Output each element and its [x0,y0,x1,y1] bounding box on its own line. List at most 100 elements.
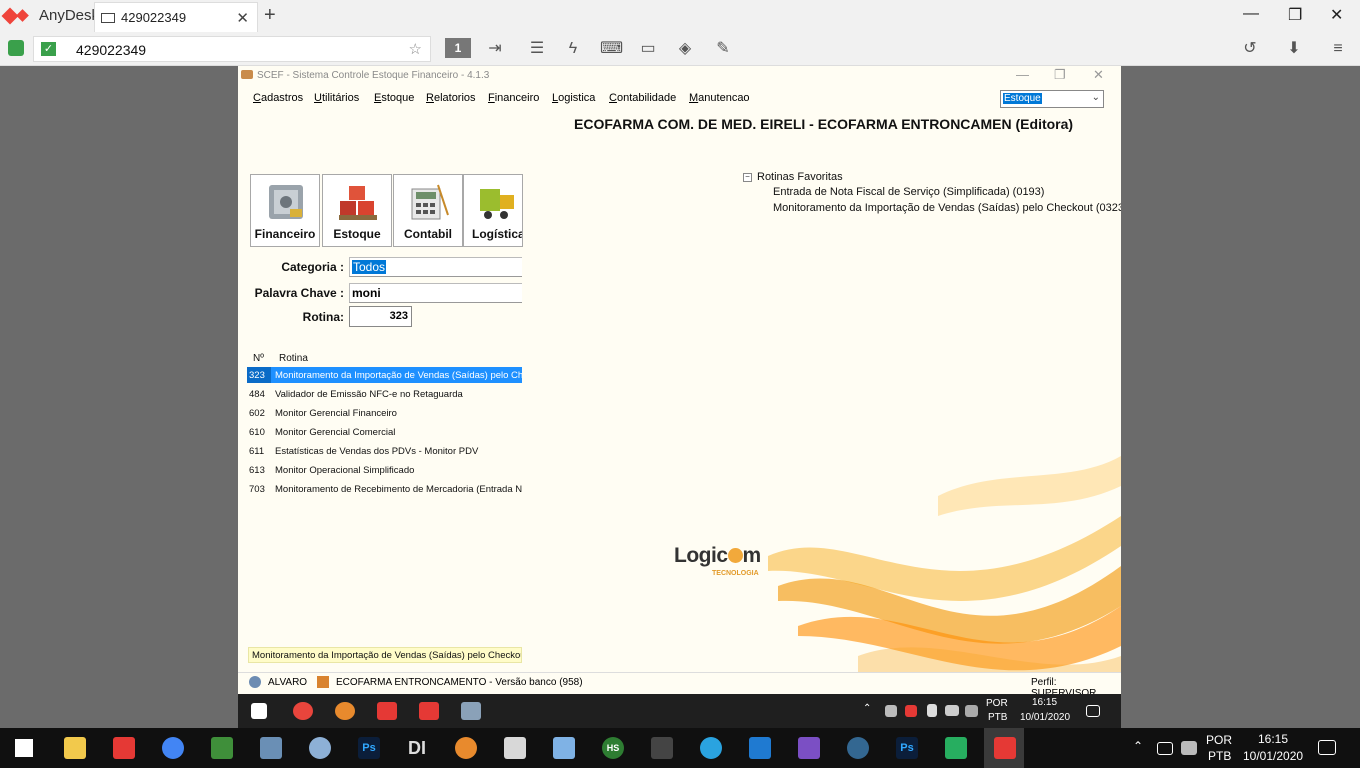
grid-header-rotina[interactable]: Rotina [279,353,308,364]
address-bar[interactable]: ✓ 429022349 ☆ [33,36,431,62]
display-icon[interactable]: ▭ [637,40,659,58]
tray-network-icon[interactable] [885,705,897,717]
host-lang[interactable]: POR [1206,733,1232,747]
close-tab-icon[interactable]: ✕ [236,9,249,27]
table-row[interactable]: 613 Monitor Operacional Simplificado [247,462,522,478]
menu-manutencao[interactable]: Manutencao [689,92,750,104]
logistica-button[interactable]: Logística [463,174,523,247]
tray-volume-icon[interactable] [965,705,978,717]
table-row[interactable]: 610 Monitor Gerencial Comercial [247,424,522,440]
start-windows-icon[interactable] [15,739,33,757]
database-icon [317,676,329,688]
board-icon[interactable] [945,737,967,759]
tray-volume-icon[interactable] [1181,741,1197,755]
file-explorer-icon[interactable] [64,737,86,759]
favorite-item[interactable]: Monitoramento da Importação de Vendas (S… [773,202,1121,214]
favorite-star-icon[interactable]: ☆ [409,40,422,58]
notifications-icon[interactable] [1318,740,1336,755]
files-icon[interactable] [260,737,282,759]
favorites-root[interactable]: Rotinas Favoritas [757,171,843,183]
remote-chrome-icon[interactable] [293,702,313,720]
address-value[interactable]: 429022349 [76,42,146,58]
photoshop-icon[interactable]: Ps [358,737,380,759]
visual-studio-icon[interactable] [798,737,820,759]
app-icon[interactable] [504,737,526,759]
scef-icon[interactable] [455,737,477,759]
cube-icon[interactable] [553,737,575,759]
table-row[interactable]: 323 Monitoramento da Importação de Venda… [247,367,522,383]
module-select[interactable]: Estoque ⌄ [1000,90,1104,108]
rotina-input[interactable]: 323 [349,306,412,327]
remote-lang[interactable]: POR [986,698,1008,709]
remote-time[interactable]: 16:15 [1032,697,1057,708]
permissions-shield-icon[interactable]: ◈ [674,40,696,58]
menu-cadastros[interactable]: Cadastros [253,92,303,104]
remote-date[interactable]: 10/01/2020 [1020,712,1070,723]
tool-icon[interactable] [651,737,673,759]
table-row[interactable]: 611 Estatísticas de Vendas dos PDVs - Mo… [247,443,522,459]
remote-notifications-icon[interactable] [1086,705,1100,717]
remote-lang-layout[interactable]: PTB [988,712,1007,723]
menu-financeiro[interactable]: Financeiro [488,92,539,104]
keyboard-icon[interactable]: ⌨ [600,40,623,58]
di-icon[interactable]: DI [406,737,428,759]
remote-anydesk-icon[interactable] [377,702,397,720]
close-window-button[interactable]: ✕ [1330,5,1343,25]
app-close-button[interactable]: ✕ [1093,67,1104,83]
host-time[interactable]: 16:15 [1258,732,1288,746]
menu-relatorios[interactable]: Relatorios [426,92,476,104]
session-tab[interactable]: 429022349 ✕ [94,2,258,32]
history-icon[interactable]: ↺ [1239,40,1261,58]
restore-button[interactable]: ❐ [1288,5,1302,25]
table-row[interactable]: 602 Monitor Gerencial Financeiro [247,405,522,421]
tray-monitor-icon[interactable] [945,705,959,716]
host-date[interactable]: 10/01/2020 [1243,749,1303,763]
hs-icon[interactable]: HS [602,737,624,759]
anydesk-active-icon[interactable] [994,737,1016,759]
collapse-icon[interactable]: − [743,173,752,182]
download-icon[interactable]: ⬇ [1283,40,1305,58]
tray-network-icon[interactable] [1157,742,1173,755]
table-row[interactable]: 484 Validador de Emissão NFC-e no Retagu… [247,386,522,402]
app-restore-button[interactable]: ❐ [1054,67,1066,83]
remote-scef-icon[interactable] [335,702,355,720]
host-lang-layout[interactable]: PTB [1208,749,1231,763]
grid-header-number[interactable]: Nº [253,353,264,364]
remote-anydesk-icon-2[interactable] [419,702,439,720]
vscode-icon[interactable] [749,737,771,759]
photoshop-icon-2[interactable]: Ps [896,737,918,759]
table-row[interactable]: 703 Monitoramento de Recebimento de Merc… [247,481,522,497]
menu-icon[interactable]: ≡ [1327,40,1349,58]
tray-chevron-icon[interactable]: ⌃ [863,703,871,714]
new-tab-button[interactable]: + [264,4,276,27]
telegram-icon[interactable] [700,737,722,759]
chat-icon[interactable]: ☰ [526,40,548,58]
paint-icon[interactable] [309,737,331,759]
actions-lightning-icon[interactable]: ϟ [562,40,584,58]
remote-start-icon[interactable] [251,703,267,719]
postgres-icon[interactable] [847,737,869,759]
palavra-chave-input[interactable]: moni [349,283,522,303]
remote-app-icon[interactable] [461,702,481,720]
tray-usb-icon[interactable] [927,704,937,717]
session-number-badge[interactable]: 1 [445,38,471,58]
chrome-icon[interactable] [162,737,184,759]
anydesk-taskbar-icon[interactable] [113,737,135,759]
menu-estoque[interactable]: Estoque [374,92,414,104]
tray-anydesk-icon[interactable] [905,705,917,717]
menu-logistica[interactable]: Logistica [552,92,595,104]
contabil-button[interactable]: Contabil [393,174,463,247]
notes-icon[interactable] [211,737,233,759]
whiteboard-pen-icon[interactable]: ✎ [712,40,734,58]
tray-chevron-icon[interactable]: ⌃ [1133,739,1143,753]
menu-utilitarios[interactable]: Utilitários [314,92,359,104]
app-minimize-button[interactable]: — [1016,67,1029,82]
transfer-icon[interactable]: ⇥ [484,40,506,58]
connection-status-icon[interactable] [8,40,24,56]
menu-contabilidade[interactable]: Contabilidade [609,92,676,104]
categoria-field[interactable]: Todos [349,257,522,277]
financeiro-button[interactable]: Financeiro [250,174,320,247]
favorite-item[interactable]: Entrada de Nota Fiscal de Serviço (Simpl… [773,186,1044,198]
estoque-button[interactable]: Estoque [322,174,392,247]
minimize-button[interactable]: — [1243,5,1259,23]
